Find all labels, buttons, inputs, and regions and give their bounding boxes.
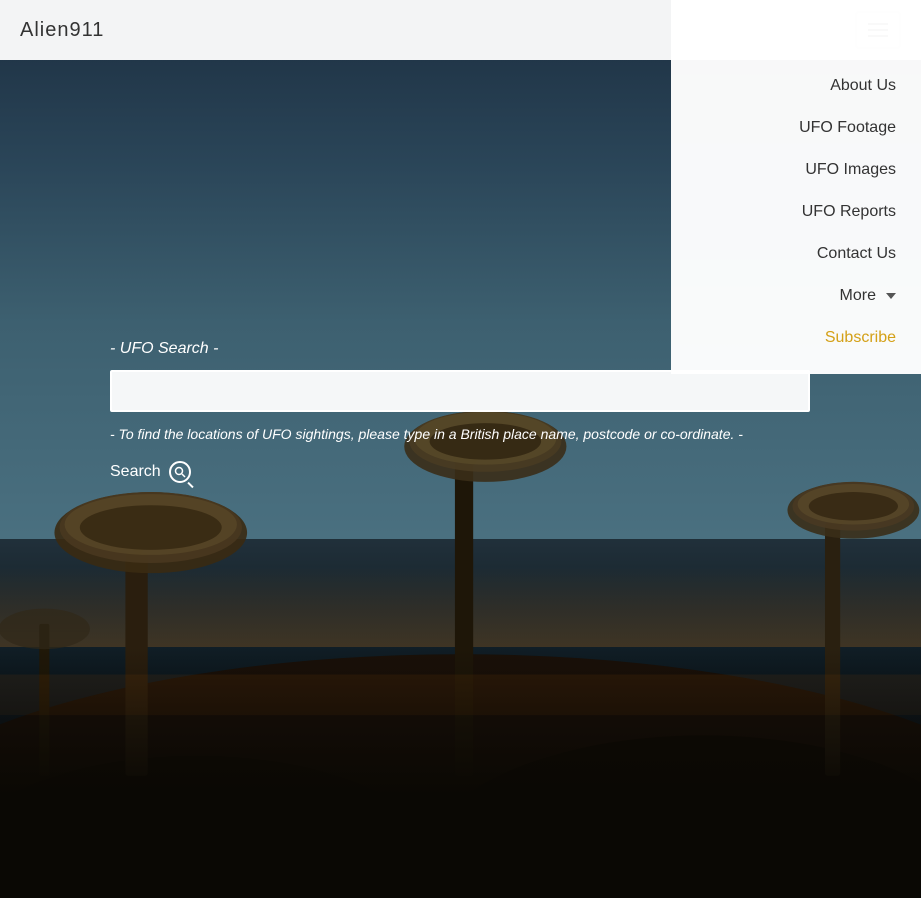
dropdown-menu: About Us UFO Footage UFO Images UFO Repo…	[671, 0, 921, 374]
nav-item-more[interactable]: More	[671, 275, 921, 317]
ground-overlay	[0, 647, 921, 898]
nav-item-subscribe[interactable]: Subscribe	[671, 317, 921, 359]
search-icon	[169, 461, 191, 483]
nav-item-ufo-footage[interactable]: UFO Footage	[671, 107, 921, 149]
search-hint: - To find the locations of UFO sightings…	[110, 424, 810, 445]
nav-item-ufo-reports[interactable]: UFO Reports	[671, 191, 921, 233]
search-input[interactable]	[110, 370, 810, 412]
nav-item-about-us[interactable]: About Us	[671, 65, 921, 107]
brand-logo[interactable]: Alien911	[20, 19, 104, 42]
search-input-wrapper	[110, 370, 810, 412]
nav-item-contact-us[interactable]: Contact Us	[671, 233, 921, 275]
nav-item-ufo-images[interactable]: UFO Images	[671, 149, 921, 191]
search-button[interactable]: Search	[110, 461, 191, 483]
search-button-label: Search	[110, 463, 161, 481]
more-caret-icon	[886, 293, 896, 299]
